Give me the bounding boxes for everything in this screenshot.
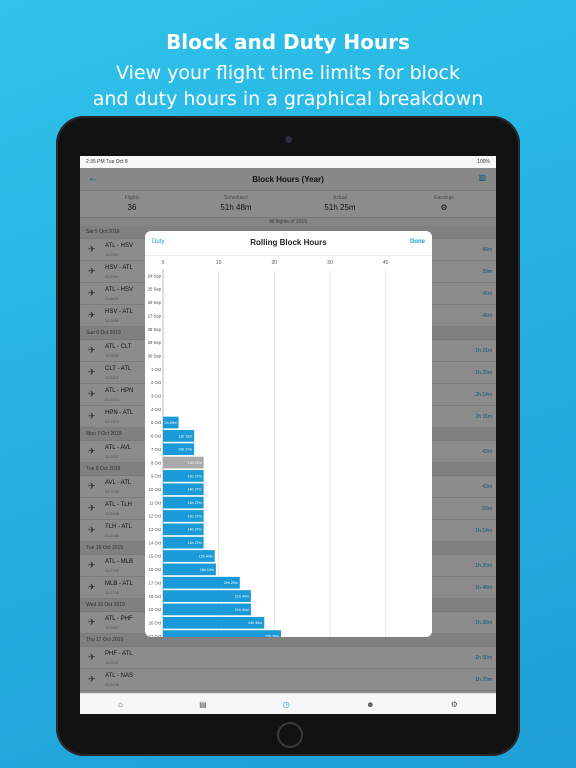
x-tick-label: 0 — [162, 260, 165, 266]
modal-title: Rolling Block Hours — [250, 238, 327, 247]
y-tick-label: 7 Oct — [151, 447, 162, 452]
bar-value-label: 14h 27m — [188, 501, 202, 505]
y-tick-label: 29 Sep — [148, 340, 162, 345]
bar-value-label: 14h 27m — [188, 528, 202, 532]
y-tick-label: 27 Sep — [148, 313, 162, 318]
y-tick-label: 16 Oct — [149, 567, 162, 572]
done-button[interactable]: Done — [410, 239, 425, 245]
y-tick-label: 30 Sep — [148, 353, 162, 358]
y-tick-label: 20 Oct — [149, 620, 162, 625]
y-tick-label: 25 Sep — [148, 287, 162, 292]
bar-value-label: 2h 49m — [165, 421, 177, 425]
y-tick-label: 11 Oct — [149, 500, 162, 505]
logbook-icon[interactable]: ▤ — [199, 700, 207, 709]
y-tick-label: 9 Oct — [151, 474, 162, 479]
rolling-block-hours-chart: 0 10 20 30 40 24 Sep 25 Sep 26 Sep 27 Sep 28 Sep 2… — [148, 260, 389, 637]
bar-value-label: 14h 27m — [188, 514, 202, 518]
rolling-block-hours-modal: Duty Rolling Block Hours Done 0 10 20 30 40 2… — [145, 231, 432, 637]
promo-subtitle: View your flight time limits for block a… — [0, 60, 576, 112]
y-tick-label: 1 Oct — [151, 367, 162, 372]
y-tick-label: 2 Oct — [151, 380, 162, 385]
settings-icon[interactable]: ⚙ — [451, 700, 458, 709]
clock-icon[interactable]: ◷ — [283, 700, 290, 709]
bar-value-label: 21h 44m — [235, 608, 249, 612]
home-icon[interactable]: ⌂ — [118, 700, 123, 709]
x-tick-label: 30 — [327, 260, 333, 266]
tab-bar: ⌂ ▤ ◷ ☻ ⚙ — [80, 693, 496, 714]
x-tick-label: 40 — [383, 260, 389, 266]
status-battery: 100% — [477, 159, 490, 165]
y-tick-label: 8 Oct — [151, 460, 162, 465]
status-time: 2:35 PM Tue Oct 8 — [86, 159, 128, 165]
y-tick-label: 3 Oct — [151, 394, 162, 399]
bar-value-label: 24h 35m — [248, 621, 262, 625]
y-tick-label: 17 Oct — [149, 580, 162, 585]
bar-value-label: 13h 17m — [178, 448, 192, 452]
bar-value-label: 14h 27m — [188, 541, 202, 545]
promo-subtitle-line2: and duty hours in a graphical breakdown — [92, 88, 484, 110]
home-button — [277, 722, 303, 748]
bar-value-label: 25h 28m — [265, 635, 279, 637]
bar-value-label: 14h 27m — [188, 461, 202, 465]
crew-icon[interactable]: ☻ — [366, 700, 374, 709]
bar-value-label: 21h 44m — [235, 594, 249, 598]
y-tick-label: 14 Oct — [149, 540, 162, 545]
y-tick-label: 28 Sep — [148, 327, 162, 332]
x-tick-label: 10 — [216, 260, 222, 266]
modal-header: Duty Rolling Block Hours Done — [145, 231, 432, 256]
y-tick-label: 24 Sep — [148, 273, 162, 278]
y-tick-label: 5 Oct — [151, 420, 162, 425]
bar-value-label: 14h 27m — [188, 488, 202, 492]
bar-value-label: 14h 27m — [188, 474, 202, 478]
y-tick-label: 6 Oct — [151, 434, 162, 439]
promo-subtitle-line1: View your flight time limits for block — [115, 62, 460, 84]
status-bar: 2:35 PM Tue Oct 8 100% — [80, 156, 496, 168]
bar-value-label: 11h 13m — [178, 434, 192, 438]
y-tick-label: 13 Oct — [149, 527, 162, 532]
y-tick-label: 18 Oct — [149, 594, 162, 599]
bar-value-label: 16h 13m — [200, 568, 214, 572]
y-tick-label: 4 Oct — [151, 407, 162, 412]
y-tick-label: 21 Oct — [149, 634, 162, 637]
bar-value-label: 20h 20m — [224, 581, 238, 585]
y-tick-label: 15 Oct — [149, 554, 162, 559]
bar — [163, 630, 281, 637]
promo-title: Block and Duty Hours — [166, 30, 410, 54]
y-tick-label: 12 Oct — [149, 514, 162, 519]
y-tick-label: 19 Oct — [149, 607, 162, 612]
bar-value-label: 15h 44m — [199, 554, 213, 558]
y-tick-label: 26 Sep — [148, 300, 162, 305]
x-tick-label: 20 — [272, 260, 278, 266]
y-tick-label: 10 Oct — [149, 487, 162, 492]
camera — [285, 136, 292, 143]
